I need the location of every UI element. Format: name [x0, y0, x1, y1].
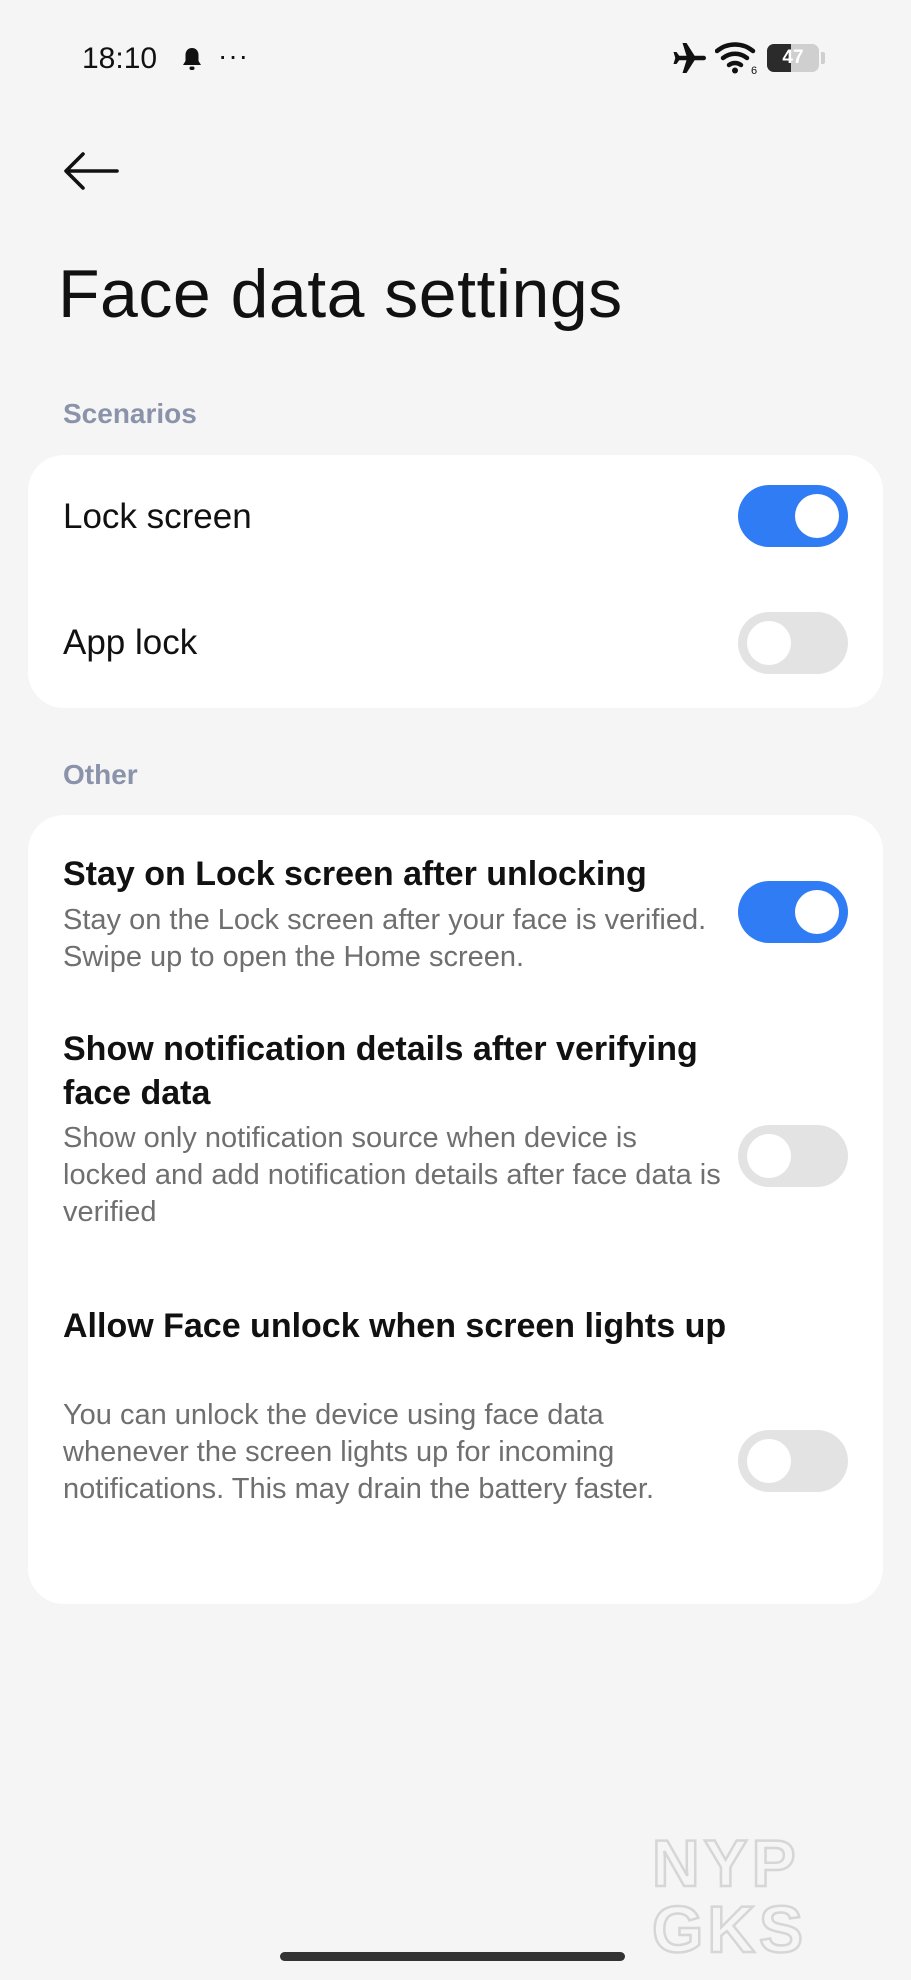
page-title: Face data settings: [58, 256, 623, 332]
setting-row-stay-on-lock-screen[interactable]: Stay on Lock screen after unlocking Stay…: [28, 815, 883, 1005]
watermark-line1: NYP: [652, 1826, 800, 1900]
card-scenarios: Lock screen App lock: [28, 455, 883, 708]
status-bar: 18:10 ··· 6 47: [0, 0, 911, 118]
allow-face-unlock-toggle[interactable]: [738, 1430, 848, 1492]
arrow-left-icon: [64, 152, 119, 190]
setting-subtitle: You can unlock the device using face dat…: [63, 1399, 655, 1505]
screen: 18:10 ··· 6 47 Face data settings Scenar…: [0, 0, 911, 1980]
setting-subtitle: Stay on the Lock screen after your face …: [63, 904, 707, 973]
toggle-knob: [747, 1134, 791, 1178]
setting-title: Show notification details after verifyin…: [63, 1030, 698, 1112]
status-more-dots: ···: [218, 40, 249, 71]
app-lock-toggle[interactable]: [738, 612, 848, 674]
wifi-icon: 6: [715, 42, 757, 75]
show-notification-details-toggle[interactable]: [738, 1125, 848, 1187]
card-other: Stay on Lock screen after unlocking Stay…: [28, 815, 883, 1604]
battery-icon: 47: [767, 44, 819, 72]
lock-screen-toggle[interactable]: [738, 485, 848, 547]
battery-tip: [821, 52, 825, 64]
wifi-label: 6: [751, 65, 757, 75]
toggle-knob: [747, 621, 791, 665]
setting-row-lock-screen[interactable]: Lock screen: [28, 455, 883, 582]
battery-level: 47: [782, 47, 804, 68]
status-right-icons: 6 47: [673, 40, 825, 76]
back-button[interactable]: [58, 140, 124, 202]
setting-title: App lock: [63, 623, 198, 662]
bell-icon: [183, 48, 201, 70]
section-header-scenarios: Scenarios: [63, 398, 197, 429]
setting-subtitle: Show only notification source when devic…: [63, 1122, 721, 1228]
status-time: 18:10: [82, 42, 158, 75]
watermark-line2: GKS: [652, 1892, 807, 1958]
stay-on-lock-screen-toggle[interactable]: [738, 881, 848, 943]
watermark-logo: NYP GKS: [651, 1826, 807, 1958]
section-header-other: Other: [63, 759, 138, 790]
setting-row-allow-face-unlock-screen-lights[interactable]: Allow Face unlock when screen lights up …: [28, 1282, 883, 1604]
setting-row-app-lock[interactable]: App lock: [28, 582, 883, 708]
setting-row-show-notification-details[interactable]: Show notification details after verifyin…: [28, 1005, 883, 1282]
setting-title: Lock screen: [63, 497, 252, 536]
airplane-icon: [673, 43, 706, 73]
toggle-knob: [795, 890, 839, 934]
home-indicator[interactable]: [280, 1952, 625, 1961]
setting-title: Stay on Lock screen after unlocking: [63, 855, 647, 893]
toggle-knob: [747, 1439, 791, 1483]
setting-title: Allow Face unlock when screen lights up: [63, 1307, 727, 1345]
toggle-knob: [795, 494, 839, 538]
